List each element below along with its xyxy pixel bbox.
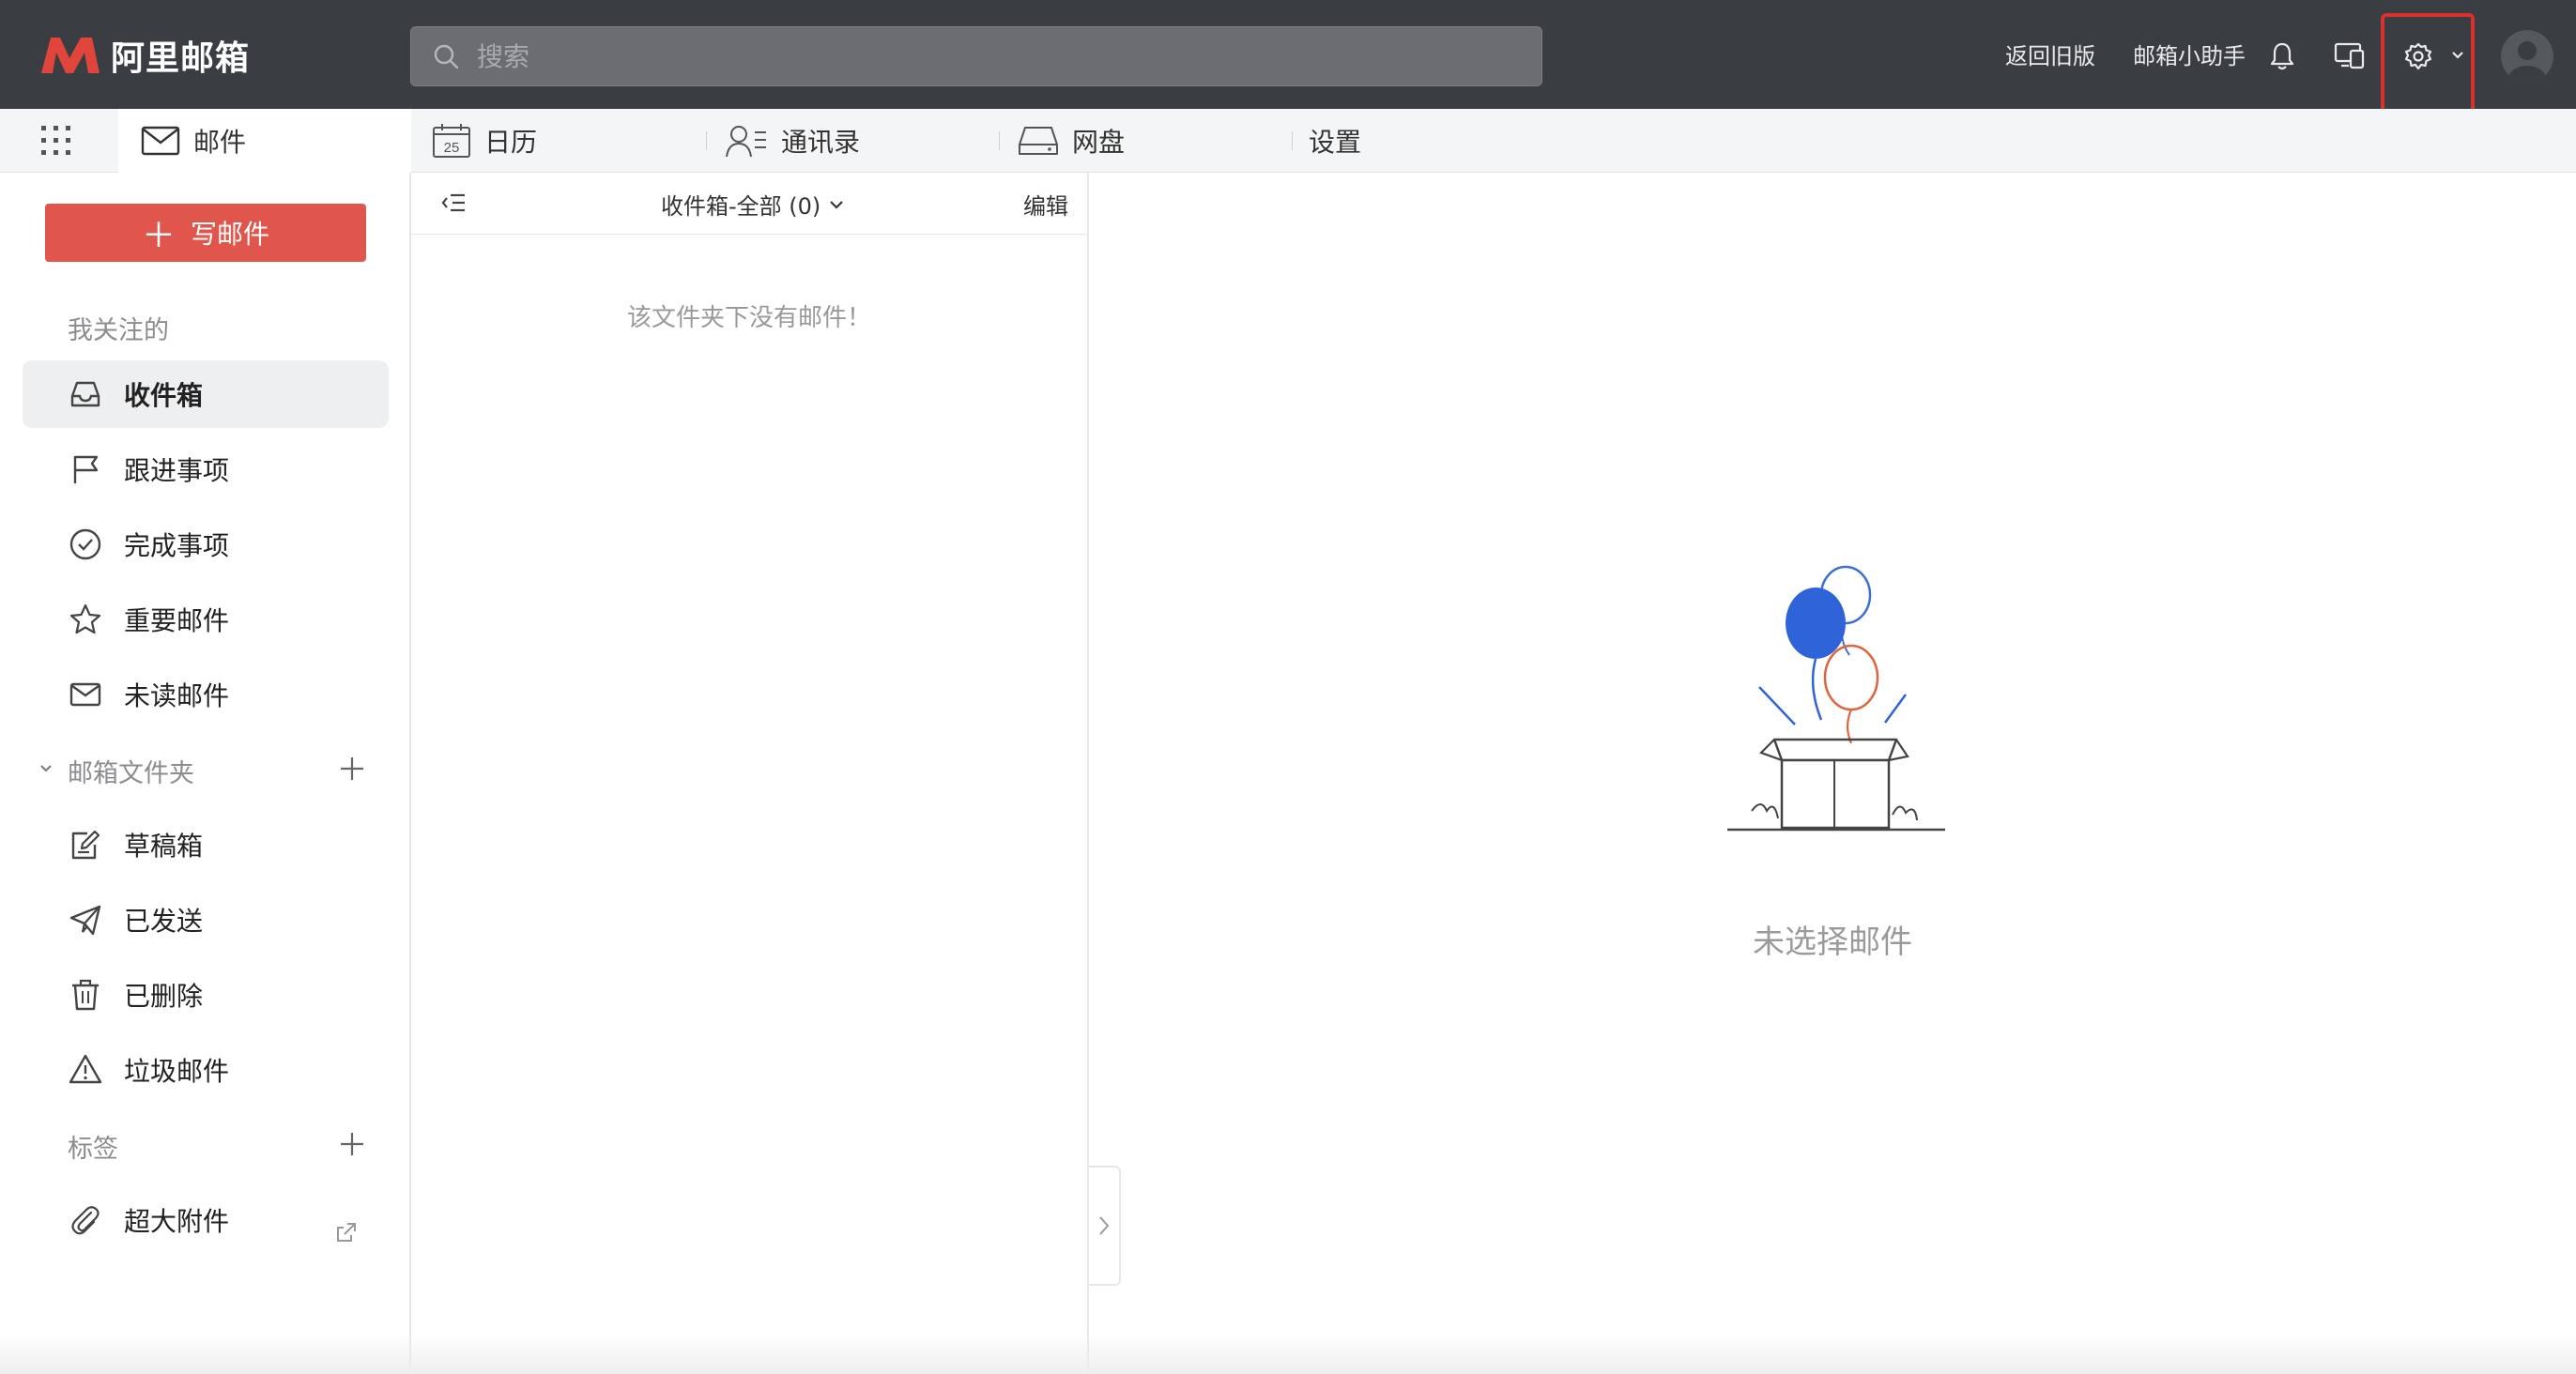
chevron-down-icon	[830, 200, 844, 209]
empty-folder-message: 该文件夹下没有邮件！	[626, 304, 871, 332]
check-circle-icon	[68, 527, 103, 562]
search-icon	[434, 44, 459, 69]
sidebar-item-unread[interactable]: 未读邮件	[23, 661, 389, 728]
folder-filter-dropdown[interactable]: 收件箱-全部 (0)	[661, 188, 845, 221]
assistant-link[interactable]: 邮箱小助手	[2133, 38, 2246, 70]
trash-icon	[68, 977, 103, 1013]
draft-icon	[68, 827, 103, 863]
logo[interactable]: 阿里邮箱	[38, 34, 251, 78]
collapse-list-icon[interactable]	[439, 190, 468, 218]
tab-mail[interactable]: 邮件	[118, 109, 411, 173]
avatar[interactable]	[2501, 30, 2553, 83]
sidebar-item-sent[interactable]: 已发送	[23, 886, 389, 954]
sidebar: ＋ 写邮件 我关注的 收件箱 跟进事项 完成事项 重要邮件 未读邮件 邮箱文件夹	[0, 173, 411, 1374]
sidebar-item-done[interactable]: 完成事项	[23, 511, 389, 578]
top-bar: 阿里邮箱 返回旧版 邮箱小助手	[0, 0, 2576, 114]
external-link-icon[interactable]	[334, 1220, 359, 1244]
settings-highlight	[2381, 13, 2475, 114]
apps-grid-icon[interactable]	[39, 124, 73, 158]
sidebar-item-spam[interactable]: 垃圾邮件	[23, 1036, 389, 1104]
expand-pane-handle[interactable]	[1089, 1166, 1121, 1286]
tab-calendar[interactable]: 25 日历	[432, 109, 695, 173]
collapse-caret-icon[interactable]	[38, 760, 54, 777]
calendar-badge: 25	[444, 140, 460, 156]
sidebar-item-drafts[interactable]: 草稿箱	[23, 811, 389, 878]
plus-icon: ＋	[141, 217, 176, 255]
folders-header[interactable]: 邮箱文件夹	[68, 753, 194, 789]
mail-list-header: 收件箱-全部 (0) 编辑	[411, 173, 1087, 235]
logo-m-icon	[41, 38, 100, 73]
contacts-icon	[726, 126, 766, 158]
add-folder-icon[interactable]	[338, 755, 366, 783]
drive-icon	[1019, 127, 1058, 155]
tab-drive[interactable]: 网盘	[1018, 109, 1280, 173]
mail-list: 收件箱-全部 (0) 编辑 该文件夹下没有邮件！	[411, 173, 1089, 1374]
tab-separator	[706, 131, 707, 150]
envelope-icon	[68, 677, 103, 712]
inbox-icon	[68, 376, 103, 412]
no-selection-message: 未选择邮件	[1753, 924, 1912, 961]
sidebar-item-important[interactable]: 重要邮件	[23, 586, 389, 653]
sidebar-item-inbox[interactable]: 收件箱	[23, 360, 389, 428]
tab-separator	[999, 131, 1000, 150]
send-icon	[68, 902, 103, 938]
tab-settings[interactable]: 设置	[1296, 109, 1483, 173]
sidebar-item-followup[interactable]: 跟进事项	[23, 435, 389, 503]
sidebar-item-deleted[interactable]: 已删除	[23, 961, 389, 1029]
search-bar[interactable]	[410, 26, 1542, 86]
star-icon	[68, 602, 103, 637]
calendar-icon: 25	[433, 124, 470, 158]
search-input[interactable]	[477, 40, 1416, 72]
avatar-icon	[2508, 41, 2546, 83]
empty-box-balloons-illustration	[1727, 565, 1945, 832]
module-tab-bar: 邮件 25 日历 通讯录 网盘 设置	[0, 109, 2576, 173]
old-version-link[interactable]: 返回旧版	[2005, 38, 2095, 70]
favorites-header: 我关注的	[68, 316, 169, 345]
tab-separator	[1292, 131, 1293, 150]
tab-contacts[interactable]: 通讯录	[725, 109, 988, 173]
devices-icon[interactable]	[2334, 41, 2366, 69]
edit-button[interactable]: 编辑	[1023, 188, 1068, 221]
chevron-right-icon	[1099, 1216, 1110, 1235]
bell-icon[interactable]	[2268, 41, 2296, 71]
mail-icon	[141, 126, 180, 156]
flag-icon	[68, 451, 103, 487]
compose-button[interactable]: ＋ 写邮件	[45, 204, 366, 262]
paperclip-icon	[68, 1202, 103, 1238]
add-tag-icon[interactable]	[338, 1130, 366, 1158]
warning-icon	[68, 1052, 103, 1088]
logo-text: 阿里邮箱	[111, 39, 251, 78]
tags-header: 标签	[68, 1135, 118, 1164]
reading-pane: 未选择邮件	[1089, 173, 2576, 1374]
